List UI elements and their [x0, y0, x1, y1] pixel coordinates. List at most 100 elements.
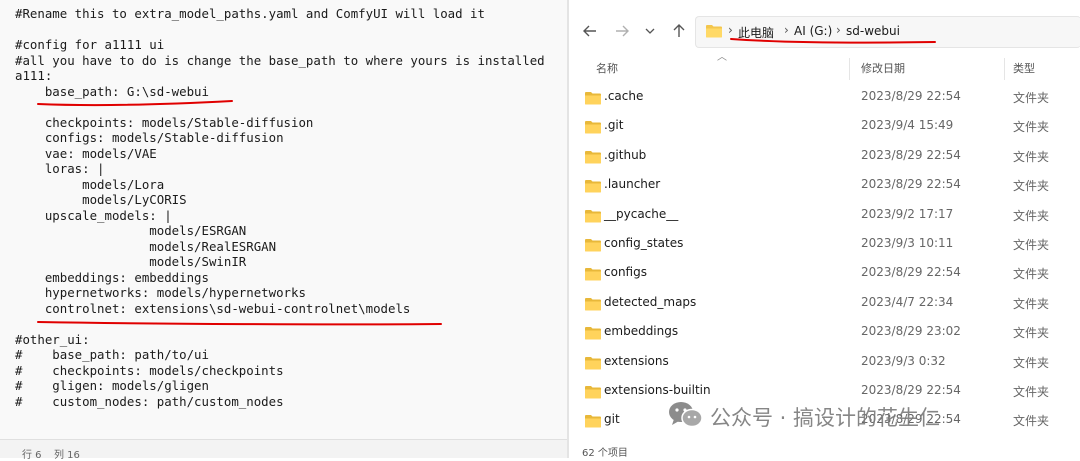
file-type: 文件夹	[1013, 414, 1050, 429]
folder-icon	[585, 384, 601, 403]
folder-icon	[585, 178, 601, 197]
file-modified-date: 2023/8/29 22:54	[861, 89, 961, 103]
folder-icon	[585, 325, 601, 344]
file-modified-date: 2023/9/4 15:49	[861, 118, 954, 133]
file-name: .cache	[604, 89, 644, 103]
code-line: #other_ui:	[15, 331, 90, 347]
code-line: configs: models/Stable-diffusion	[15, 130, 284, 145]
column-header-date[interactable]: 修改日期	[861, 60, 905, 76]
code-line: # checkpoints: models/checkpoints	[15, 362, 284, 378]
recent-chevron-down-icon[interactable]	[639, 20, 661, 42]
code-line: checkpoints: models/Stable-diffusion	[15, 114, 314, 130]
file-type: 文件夹	[1013, 238, 1050, 252]
column-divider[interactable]	[849, 58, 850, 80]
file-row[interactable]: .cache 2023/8/29 22:54 文件夹	[569, 83, 1080, 112]
column-header-name[interactable]: 名称	[596, 60, 618, 76]
code-line: a111:	[15, 68, 53, 83]
code-line: embeddings: embeddings	[15, 269, 209, 285]
explorer-status-bar: 62 个项目	[569, 444, 1080, 459]
file-modified-date: 2023/9/2 17:17	[861, 206, 954, 221]
file-row[interactable]: embeddings 2023/8/29 23:02 文件夹	[569, 318, 1080, 347]
code-line: models/RealESRGAN	[15, 238, 277, 254]
file-name: __pycache__	[604, 206, 679, 221]
file-row[interactable]: extensions 2023/9/3 0:32 文件夹	[569, 348, 1080, 377]
folder-icon	[585, 266, 601, 285]
text-editor[interactable]: #Rename this to extra_model_paths.yaml a…	[0, 0, 567, 461]
column-divider[interactable]	[1004, 58, 1005, 80]
file-name: .github	[604, 147, 647, 162]
file-row[interactable]: configs 2023/8/29 22:54 文件夹	[569, 259, 1080, 288]
editor-content[interactable]: #Rename this to extra_model_paths.yaml a…	[15, 6, 545, 409]
watermark-text: 公众号 · 搞设计的花生仁	[710, 406, 941, 430]
navigation-bar: › 此电脑 › AI (G:) › sd-webui	[569, 0, 1080, 60]
file-modified-date: 2023/9/3 0:32	[861, 353, 946, 368]
back-arrow-icon[interactable]	[579, 20, 601, 42]
code-line: #all you have to do is change the base_p…	[15, 52, 545, 68]
file-row[interactable]: __pycache__ 2023/9/2 17:17 文件夹	[569, 201, 1080, 230]
file-name: extensions	[604, 353, 669, 368]
folder-icon	[585, 413, 601, 432]
file-row[interactable]: .github 2023/8/29 22:54 文件夹	[569, 142, 1080, 171]
file-type: 文件夹	[1013, 326, 1050, 341]
column-header-row: 名称 修改日期 类型	[569, 58, 1080, 80]
breadcrumb-this-pc[interactable]: 此电脑	[738, 24, 774, 41]
file-row[interactable]: .git 2023/9/4 15:49 文件夹	[569, 112, 1080, 141]
file-modified-date: 2023/9/3 10:11	[861, 236, 954, 250]
file-modified-date: 2023/8/29 22:54	[861, 177, 961, 192]
status-line: 行 6	[22, 450, 42, 461]
breadcrumb-drive[interactable]: AI (G:)	[794, 24, 832, 38]
file-name: detected_maps	[604, 294, 697, 309]
folder-icon	[585, 237, 601, 256]
file-row[interactable]: detected_maps 2023/4/7 22:34 文件夹	[569, 289, 1080, 318]
folder-icon	[585, 90, 601, 109]
code-line: #config for a1111 ui	[15, 37, 165, 52]
file-modified-date: 2023/8/29 23:02	[861, 324, 961, 339]
code-line: loras: |	[15, 161, 105, 176]
editor-status-bar: 行 6 列 16	[0, 439, 567, 461]
file-name: .git	[604, 118, 624, 133]
file-type: 文件夹	[1013, 296, 1050, 311]
wechat-logo-icon	[669, 402, 703, 428]
forward-arrow-icon[interactable]	[611, 20, 633, 42]
folder-icon	[585, 296, 601, 315]
code-line: vae: models/VAE	[15, 145, 157, 161]
address-bar[interactable]: › 此电脑 › AI (G:) › sd-webui	[695, 16, 1080, 48]
code-line: upscale_models: |	[15, 207, 172, 223]
code-line: # gligen: models/gligen	[15, 378, 209, 393]
folder-icon	[706, 25, 722, 38]
file-name: extensions-builtin	[604, 383, 711, 397]
file-modified-date: 2023/4/7 22:34	[861, 294, 954, 309]
breadcrumb-separator-icon: ›	[836, 23, 841, 37]
file-modified-date: 2023/8/29 22:54	[861, 147, 961, 162]
file-type: 文件夹	[1013, 179, 1050, 194]
file-modified-date: 2023/8/29 22:54	[861, 383, 961, 397]
column-header-type[interactable]: 类型	[1013, 60, 1035, 76]
file-name: config_states	[604, 236, 684, 250]
file-name: embeddings	[604, 324, 679, 339]
status-column: 列 16	[54, 450, 80, 461]
code-line: controlnet: extensions\sd-webui-controln…	[15, 300, 411, 316]
folder-icon	[585, 355, 601, 374]
file-row[interactable]: .launcher 2023/8/29 22:54 文件夹	[569, 171, 1080, 200]
code-line: base_path: G:\sd-webui	[15, 83, 209, 99]
up-arrow-icon[interactable]	[668, 20, 690, 42]
code-line: models/Lora	[15, 176, 165, 192]
file-modified-date: 2023/8/29 22:54	[861, 265, 961, 280]
breadcrumb-separator-icon: ›	[728, 23, 733, 37]
file-type: 文件夹	[1013, 385, 1050, 399]
code-line: models/LyCORIS	[15, 192, 187, 207]
code-line: models/ESRGAN	[15, 223, 247, 238]
breadcrumb-sd-webui[interactable]: sd-webui	[846, 24, 900, 38]
code-line: # custom_nodes: path/custom_nodes	[15, 393, 284, 409]
file-type: 文件夹	[1013, 355, 1050, 370]
code-line: models/SwinIR	[15, 254, 247, 269]
file-name: configs	[604, 265, 647, 280]
code-line: #Rename this to extra_model_paths.yaml a…	[15, 6, 485, 21]
file-type: 文件夹	[1013, 91, 1050, 105]
file-type: 文件夹	[1013, 267, 1050, 282]
file-type: 文件夹	[1013, 149, 1050, 164]
file-row[interactable]: config_states 2023/9/3 10:11 文件夹	[569, 230, 1080, 259]
